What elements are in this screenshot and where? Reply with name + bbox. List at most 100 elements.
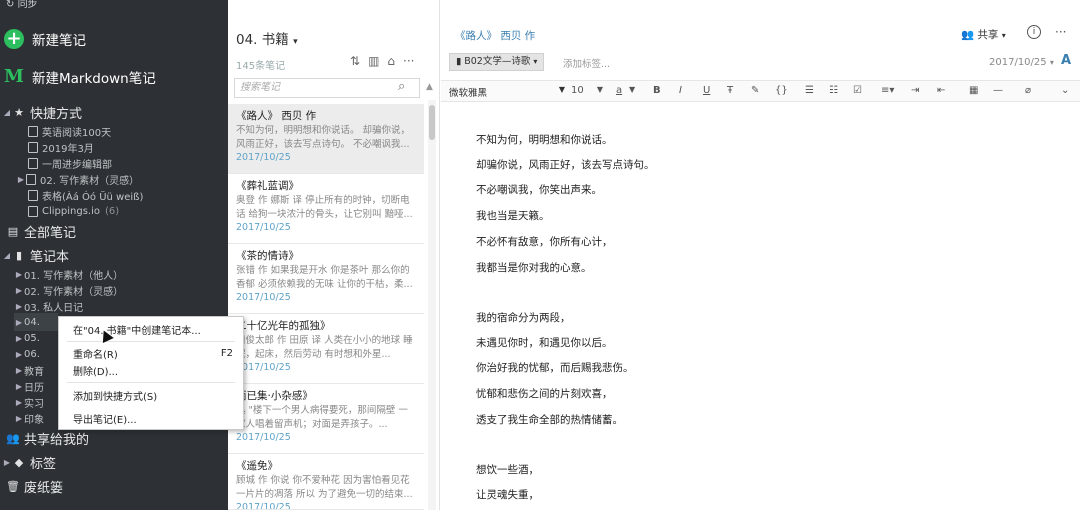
context-menu: 在"04. 书籍"中创建笔记本... 重命名(R) F2 删除(D)... 添加到…	[58, 316, 244, 430]
note-title: 《路人》 西贝 作	[236, 110, 317, 122]
menu-divider	[67, 341, 235, 342]
more-icon[interactable]: ···	[1055, 25, 1066, 39]
outdent-icon[interactable]: ⇤	[937, 85, 945, 96]
note-date: 2017/10/25	[236, 432, 291, 443]
new-markdown-button[interactable]: M 新建Markdown笔记	[4, 63, 156, 91]
body-line: 我都当是你对我的心意。	[476, 262, 592, 274]
chevron-down-icon: ▼	[558, 85, 565, 94]
notebook-title[interactable]: 04. 书籍 ▾	[236, 28, 298, 48]
note-card[interactable]: 《遥免》 顾城 作 你说 你不爱种花 因为害怕看见花 一片片的凋落 所以 为了避…	[228, 454, 424, 510]
note-icon	[28, 141, 38, 153]
menu-divider	[67, 382, 235, 383]
strikethrough-icon[interactable]: Ŧ	[727, 85, 733, 96]
note-snippet: 不知为何，明明想和你说话。 却骗你说，风雨正好，该去写点诗句。 不必嘲讽我...	[236, 125, 411, 150]
chevron-down-icon[interactable]: ▼	[629, 85, 635, 94]
body-line: 我的宿命分为两段，	[476, 312, 571, 324]
table-icon[interactable]: ▦	[969, 85, 978, 96]
font-style-icon[interactable]: A	[1061, 53, 1071, 68]
note-title-field[interactable]: 《路人》 西贝 作	[455, 28, 535, 43]
note-list-panel: 04. 书籍 ▾ 145条笔记 ⇅ ▥ ⌂ ··· 搜索笔记 ⌕ ▲ 《路人》 …	[228, 0, 440, 510]
note-card[interactable]: 《茶的情诗》 张错 作 如果我是开水 你是茶叶 那么你的香郁 必须依赖我的无味 …	[228, 244, 424, 314]
body-line: 未遇见你时，和遇见你以后。	[476, 337, 613, 349]
add-tag-input[interactable]: 添加标签...	[563, 56, 610, 70]
sidebar: ↻ 同步 + 新建笔记 M 新建Markdown笔记 ◢ ★ 快捷方式 英语阅读…	[0, 0, 228, 510]
bold-icon[interactable]: B	[653, 85, 661, 96]
note-card[interactable]: 《葬礼蓝调》 奥登 作 娜斯 译 停止所有的时钟，切断电话 给狗一块浓汁的骨头，…	[228, 174, 424, 244]
note-date-dropdown[interactable]: 2017/10/25 ▾	[989, 57, 1054, 68]
format-toolbar: 微软雅黑 ▼ 10 ▼ a ▼ B I U Ŧ ✎ {} ☰ ☷ ☑ ≡▾ ⇥ ⇤ …	[441, 80, 1080, 102]
body-line: 却骗你说，风雨正好，该去写点诗句。	[476, 159, 655, 171]
highlight-icon[interactable]: ✎	[751, 85, 759, 96]
shortcut-item[interactable]: Clippings.io (6)	[28, 202, 119, 220]
italic-icon[interactable]: I	[679, 85, 682, 96]
note-list-scrollbar[interactable]	[428, 100, 436, 510]
trash[interactable]: 🗑 废纸篓	[6, 477, 63, 496]
shared-with-me[interactable]: 👥 共享给我的	[6, 429, 89, 448]
sync-button[interactable]: ↻ 同步	[0, 0, 228, 14]
people-icon: 👥	[6, 431, 20, 445]
note-icon	[28, 157, 38, 169]
rename-menu-item[interactable]: 重命名(R) F2	[73, 345, 233, 361]
shortcuts-header[interactable]: ◢ ★ 快捷方式	[2, 103, 82, 122]
body-line: 想饮一些酒，	[476, 464, 539, 476]
text-color-icon[interactable]: a	[616, 85, 622, 96]
notebook-selector[interactable]: ▮ B02文学—诗歌 ▾	[449, 53, 545, 71]
note-card[interactable]: 二十亿光年的孤独》 川俊太郎 作 田原 译 人类在小小的地球 睡眠，起床，然后劳…	[228, 314, 424, 384]
sort-icon[interactable]: ⇅	[350, 54, 360, 68]
chevron-up-icon[interactable]: ▲	[426, 82, 433, 92]
view-options-icon[interactable]: ▥	[368, 54, 379, 68]
note-title: 而已集·小杂感》	[236, 390, 313, 402]
expand-toolbar-icon[interactable]: ⌄	[1061, 85, 1069, 96]
indent-icon[interactable]: ⇥	[911, 85, 919, 96]
align-icon[interactable]: ≡▾	[881, 85, 894, 96]
more-icon[interactable]: ···	[403, 54, 414, 68]
expand-triangle-icon: ◢	[3, 107, 11, 117]
star-icon: ★	[14, 105, 24, 119]
notebook-item[interactable]: ▶ 印象	[14, 409, 44, 427]
search-input[interactable]: 搜索笔记	[234, 78, 420, 98]
font-size-select[interactable]: 10 ▼	[571, 85, 603, 96]
chevron-down-icon: ▾	[1001, 31, 1006, 40]
font-family-select[interactable]: 微软雅黑 ▼	[449, 85, 565, 99]
collapsed-triangle-icon: ▶	[17, 174, 25, 184]
create-notebook-menu-item[interactable]: 在"04. 书籍"中创建笔记本...	[73, 321, 233, 337]
scrollbar-thumb[interactable]	[429, 105, 435, 140]
tag-icon: ◆	[14, 455, 24, 469]
collapsed-triangle-icon: ▶	[15, 301, 23, 311]
bullet-list-icon[interactable]: ☰	[805, 85, 814, 96]
body-line: 我也当是天籁。	[476, 210, 550, 222]
checkbox-icon[interactable]: ☑	[853, 85, 862, 96]
all-notes[interactable]: ▤ 全部笔记	[6, 222, 76, 241]
note-snippet: 迅 "楼下一个男人病得要死，那间隔壁 一家人唱着留声机；对面是弄孩子。...	[236, 405, 408, 430]
underline-icon[interactable]: U	[703, 85, 710, 96]
note-card[interactable]: 而已集·小杂感》 迅 "楼下一个男人病得要死，那间隔壁 一家人唱着留声机；对面是…	[228, 384, 424, 454]
numbered-list-icon[interactable]: ☷	[829, 85, 838, 96]
horizontal-rule-icon[interactable]: —	[993, 85, 1003, 96]
export-menu-item[interactable]: 导出笔记(E)...	[73, 410, 233, 426]
notebook-icon: ▮	[456, 56, 465, 67]
note-snippet: 顾城 作 你说 你不爱种花 因为害怕看见花 一片片的凋落 所以 为了避免一切的结…	[236, 475, 413, 500]
delete-menu-item[interactable]: 删除(D)...	[73, 362, 233, 378]
lock-icon[interactable]: ⌂	[387, 54, 395, 68]
share-button[interactable]: 👥 共享 ▾	[961, 27, 1006, 42]
body-line: 让灵魂失重，	[476, 489, 539, 501]
note-snippet: 张错 作 如果我是开水 你是茶叶 那么你的香郁 必须依赖我的无味 让你的干枯，柔…	[236, 265, 413, 290]
notebooks-header[interactable]: ◢ ▮ 笔记本	[2, 246, 69, 265]
note-snippet: 川俊太郎 作 田原 译 人类在小小的地球 睡眠，起床，然后劳动 有时想和外星..…	[236, 335, 413, 360]
expand-triangle-icon: ◢	[3, 250, 11, 260]
body-line: 你治好我的忧郁，而后赐我悲伤。	[476, 362, 634, 374]
note-date: 2017/10/25	[236, 152, 291, 163]
note-card[interactable]: 《路人》 西贝 作 不知为何，明明想和你说话。 却骗你说，风雨正好，该去写点诗句…	[228, 104, 424, 174]
info-icon[interactable]: i	[1027, 25, 1041, 39]
tags[interactable]: ▶ ◆ 标签	[2, 453, 56, 472]
collapsed-triangle-icon: ▶	[15, 413, 23, 423]
add-shortcut-menu-item[interactable]: 添加到快捷方式(S)	[73, 387, 233, 403]
new-note-button[interactable]: + 新建笔记	[4, 25, 86, 53]
collapsed-triangle-icon: ▶	[15, 269, 23, 279]
chevron-down-icon: ▾	[1049, 58, 1054, 67]
collapsed-triangle-icon: ▶	[15, 381, 23, 391]
search-icon[interactable]: ⌕	[398, 79, 405, 94]
code-icon[interactable]: {}	[775, 85, 788, 96]
attachment-icon[interactable]: ⌀	[1025, 85, 1031, 96]
body-line: 忧郁和悲伤之间的片刻欢喜，	[476, 388, 613, 400]
